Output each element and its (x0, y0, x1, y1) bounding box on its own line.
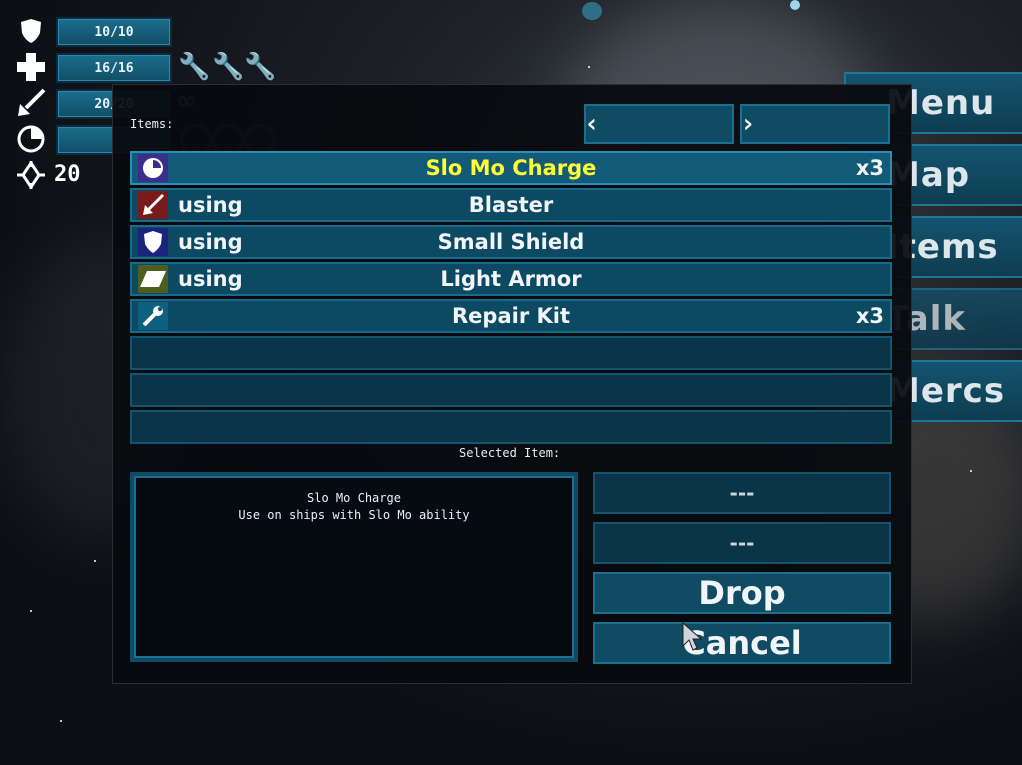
row-count: x3 (855, 156, 884, 180)
next-page-button[interactable] (740, 104, 890, 144)
row-name: Light Armor (440, 267, 582, 291)
health-bar: 16/16 (56, 53, 172, 83)
cancel-button[interactable]: Cancel (593, 622, 891, 664)
inventory-row-light-armor[interactable]: using Light Armor (130, 262, 892, 296)
inventory-row-slo-mo-charge[interactable]: Slo Mo Charge x3 (130, 151, 892, 185)
prev-page-button[interactable] (584, 104, 734, 144)
credits-value: 20 (54, 162, 81, 187)
chevron-left-icon: ‹ (584, 109, 600, 139)
row-count: x3 (855, 304, 884, 328)
item-description-box: Slo Mo Charge Use on ships with Slo Mo a… (130, 472, 578, 662)
drop-button[interactable]: Drop (593, 572, 891, 614)
inventory-row-small-shield[interactable]: using Small Shield (130, 225, 892, 259)
item-description-text: Use on ships with Slo Mo ability (238, 508, 470, 522)
mouse-cursor-icon (682, 621, 703, 656)
row-name: Small Shield (437, 230, 585, 254)
selected-item-heading: Selected Item: (459, 446, 561, 460)
inventory-row-repair-kit[interactable]: Repair Kit x3 (130, 299, 892, 333)
shield-bar: 10/10 (56, 17, 172, 47)
cross-icon (16, 52, 46, 82)
ship-sprite (582, 2, 602, 20)
wrench-icon: 🔧 (212, 52, 245, 82)
row-name: Slo Mo Charge (425, 156, 597, 180)
shield-icon (16, 16, 46, 46)
row-name: Repair Kit (452, 304, 570, 328)
wrench-icon: 🔧 (178, 52, 211, 82)
item-description-title: Slo Mo Charge (307, 491, 401, 505)
items-heading: Items: (130, 117, 174, 131)
inventory-row-blaster[interactable]: using Blaster (130, 188, 892, 222)
inventory-row-empty[interactable] (130, 336, 892, 370)
chevron-right-icon: › (740, 109, 756, 139)
action-slot-2-button[interactable]: --- (593, 522, 891, 564)
inventory-row-empty[interactable] (130, 373, 892, 407)
blaster-icon (16, 88, 46, 118)
target-icon (16, 160, 46, 190)
ship-sprite (790, 0, 800, 10)
inventory-row-empty[interactable] (130, 410, 892, 444)
action-slot-1-button[interactable]: --- (593, 472, 891, 514)
row-name: Blaster (468, 193, 554, 217)
wrench-icon: 🔧 (244, 52, 277, 82)
clock-icon (16, 124, 46, 154)
